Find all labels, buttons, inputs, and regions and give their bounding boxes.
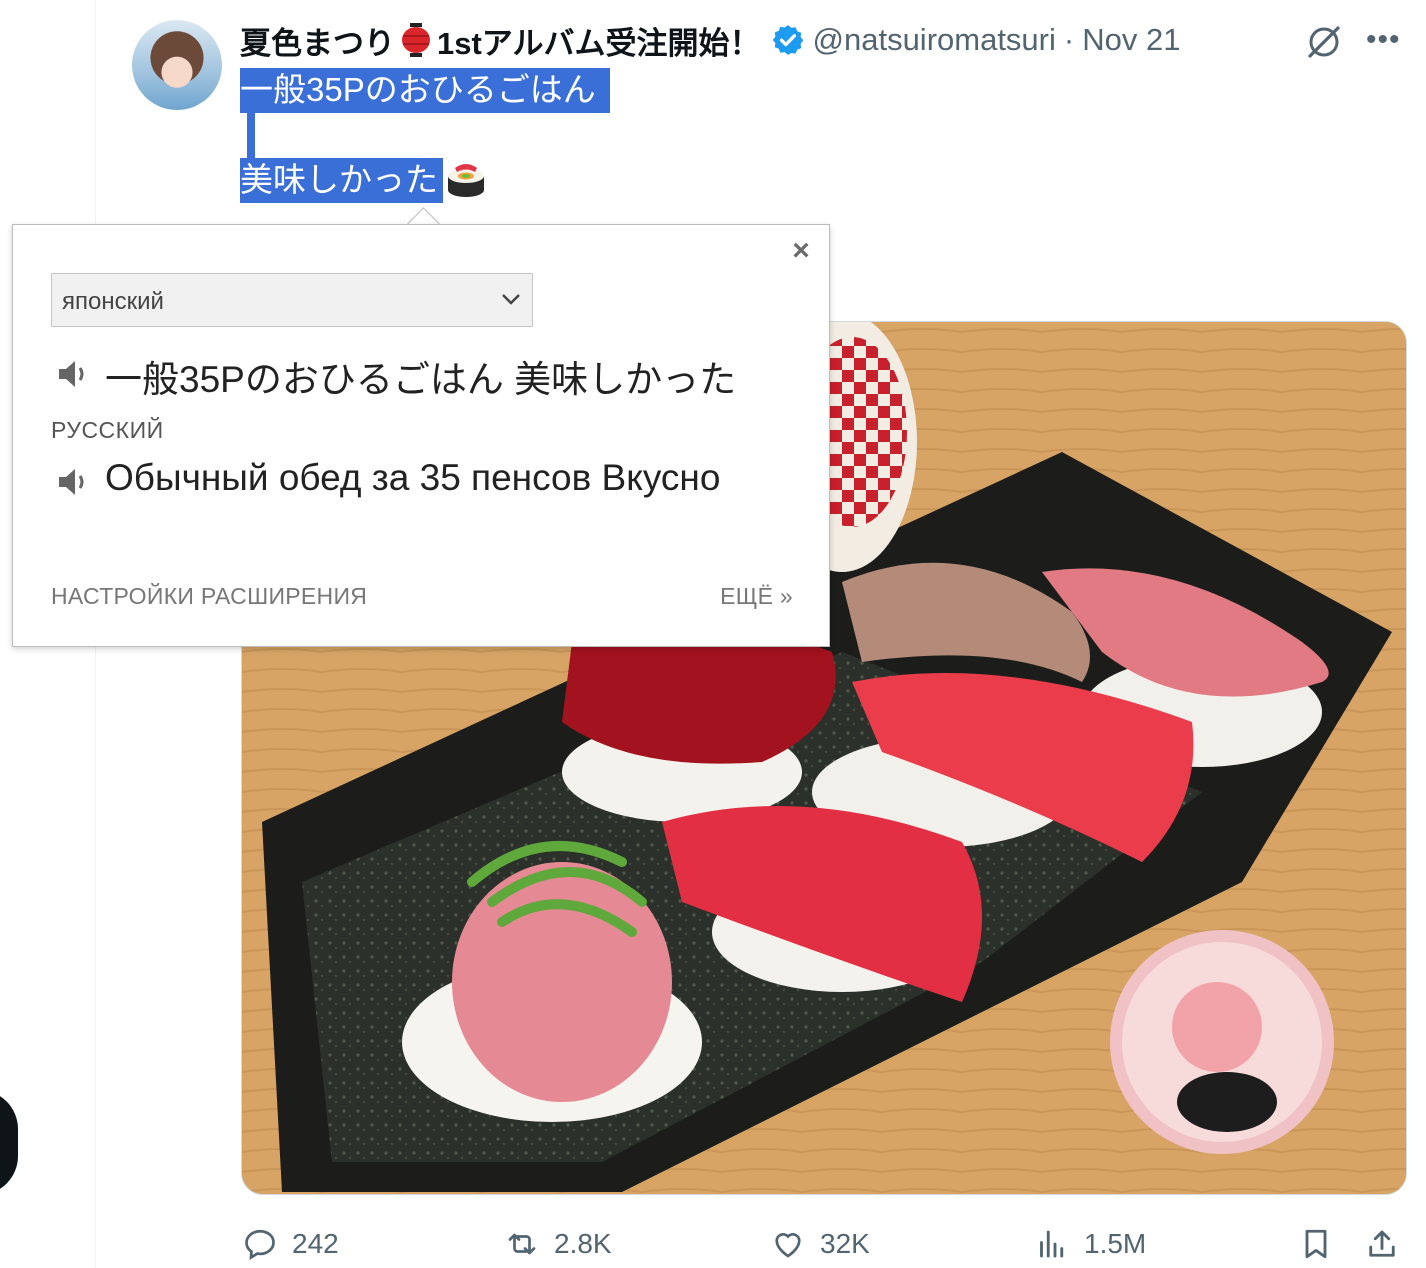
like-count: 32K [820,1228,870,1259]
heart-icon [775,1233,801,1258]
reply-button[interactable]: 242 [240,1222,339,1266]
avatar[interactable] [132,20,222,110]
verified-badge-icon [771,23,805,57]
more-link[interactable]: ЕЩЁ » [720,583,793,610]
bookmark-button[interactable] [1298,1222,1346,1266]
floating-button-edge[interactable] [0,1090,18,1195]
speaker-icon[interactable] [55,465,93,499]
close-icon[interactable]: × [787,236,815,266]
more-options-icon[interactable]: ••• [1366,25,1406,58]
source-language-select[interactable]: японский [51,273,533,327]
views-count: 1.5M [1084,1228,1147,1259]
like-button[interactable]: 32K [768,1222,870,1266]
repost-count: 2.8K [554,1228,612,1259]
reply-count: 242 [292,1228,339,1259]
translator-popup: × японский 一般35Pのおひるごはん 美味しかった РУССКИЙ О… [12,224,830,647]
source-text: 一般35Pのおひるごはん 美味しかった [105,359,737,400]
tweet-text-line-1: 一般35Pのおひるごはん [240,68,610,113]
sushi-icon [445,160,487,202]
lantern-emoji-icon [401,22,431,58]
display-name[interactable]: 夏色まつり [240,18,395,63]
views-icon [1040,1230,1064,1258]
chevron-down-icon [502,294,520,305]
repost-button[interactable]: 2.8K [502,1222,612,1266]
source-language-value: японский [62,288,164,315]
share-icon [1369,1230,1395,1257]
selection-blank-line [247,113,255,158]
target-language-label: РУССКИЙ [51,417,164,443]
tweet-text-line-2: 美味しかった [240,158,443,203]
views-button[interactable]: 1.5M [1032,1222,1146,1266]
tweet-header: 夏色まつり 1stアルバム受注開始！ @natsuiromatsuri · No… [240,18,1180,62]
tweet-actions: 242 2.8K 32K 1.5M [240,1222,1410,1266]
speaker-icon[interactable] [55,357,93,391]
bookmark-icon [1305,1229,1327,1259]
display-name-suffix[interactable]: 1stアルバム受注開始！ [437,18,761,63]
user-handle[interactable]: @natsuiromatsuri [813,22,1056,58]
separator-dot: · [1063,22,1075,57]
repost-icon [508,1233,536,1255]
grok-icon[interactable] [1304,22,1344,62]
share-button[interactable] [1364,1222,1412,1266]
translated-text: Обычный обед за 35 пенсов Вкусно [105,457,721,498]
reply-icon [245,1229,275,1261]
extension-settings-link[interactable]: НАСТРОЙКИ РАСШИРЕНИЯ [51,583,367,610]
tweet-date[interactable]: Nov 21 [1082,22,1180,58]
